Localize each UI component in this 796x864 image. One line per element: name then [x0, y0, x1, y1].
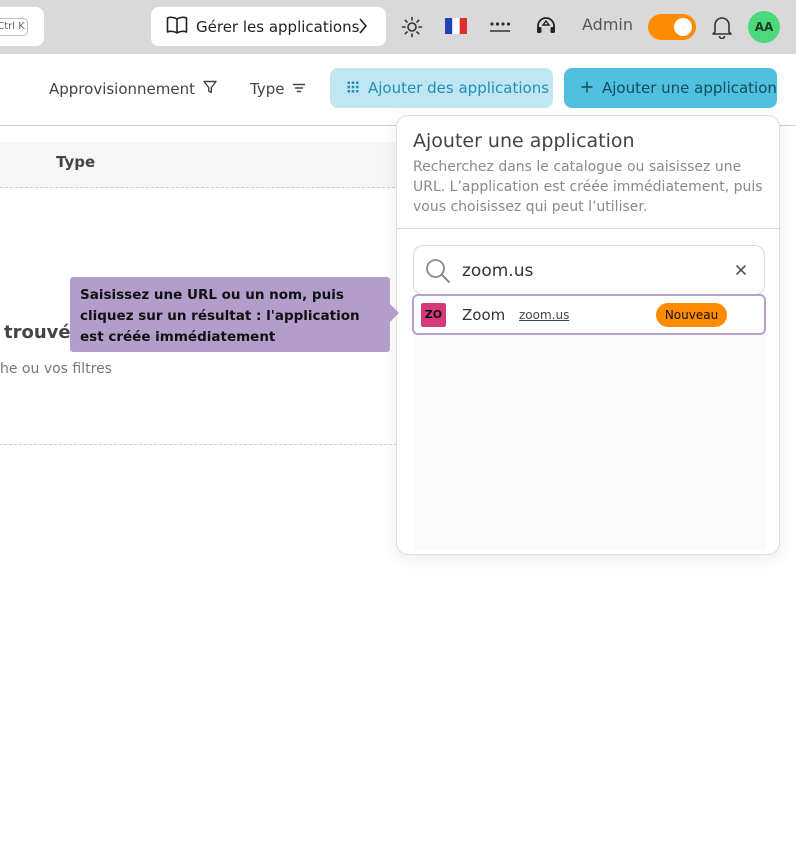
app-logo: ZO	[421, 303, 446, 327]
clear-icon[interactable]	[734, 263, 748, 281]
popover-description: Recherchez dans le catalogue ou saisisse…	[413, 159, 763, 215]
tooltip-arrow	[390, 304, 399, 322]
shortcut-hint: Ctrl K	[0, 18, 28, 36]
chevron-right-icon	[358, 18, 368, 38]
command-search-button[interactable]: Ctrl K	[0, 7, 44, 46]
book-icon	[166, 16, 188, 38]
search-icon	[424, 257, 452, 289]
add-applications-label: Ajouter des applications	[368, 79, 550, 97]
filter-type[interactable]: Type	[250, 80, 306, 98]
manage-applications-button[interactable]: Gérer les applications	[151, 7, 386, 46]
toggle-knob	[674, 18, 692, 36]
add-application-button[interactable]: Ajouter une application	[564, 68, 777, 108]
sun-icon[interactable]	[401, 16, 423, 42]
filter-icon	[195, 80, 217, 98]
results-list	[413, 326, 765, 550]
empty-state-subtitle: he ou vos filtres	[0, 361, 112, 377]
filter-provisioning[interactable]: Approvisionnement	[49, 80, 217, 98]
top-bar: Ctrl K Gérer les applications Admin AA	[0, 0, 796, 54]
search-result-zoom[interactable]: ZO Zoom zoom.us Nouveau	[412, 294, 766, 335]
add-applications-button[interactable]: Ajouter des applications	[330, 68, 553, 108]
flag-fr-icon[interactable]	[445, 18, 467, 38]
filter-provisioning-label: Approvisionnement	[49, 80, 195, 98]
sort-icon	[284, 80, 306, 98]
popover-divider	[397, 228, 781, 229]
bell-icon[interactable]	[711, 15, 733, 43]
app-name: Zoom	[462, 306, 506, 324]
column-header-type[interactable]: Type	[56, 153, 95, 171]
new-badge: Nouveau	[656, 303, 727, 327]
add-application-label: Ajouter une application	[602, 79, 777, 97]
search-field[interactable]	[413, 245, 765, 295]
filter-type-label: Type	[250, 80, 285, 98]
search-input[interactable]	[462, 258, 722, 284]
manage-applications-label: Gérer les applications	[196, 17, 360, 36]
admin-mode-toggle[interactable]	[648, 14, 696, 40]
avatar[interactable]: AA	[748, 11, 780, 43]
role-label: Admin	[582, 15, 633, 34]
add-application-popover: Ajouter une application Recherchez dans …	[396, 115, 781, 555]
plus-icon	[581, 79, 593, 97]
app-url-link[interactable]: zoom.us	[519, 308, 569, 322]
dots-icon[interactable]	[489, 20, 511, 38]
headset-icon[interactable]	[535, 15, 557, 41]
popover-title: Ajouter une application	[413, 130, 635, 152]
onboarding-tooltip: Saisissez une URL ou un nom, puis clique…	[70, 277, 390, 352]
grid-icon	[347, 79, 359, 97]
